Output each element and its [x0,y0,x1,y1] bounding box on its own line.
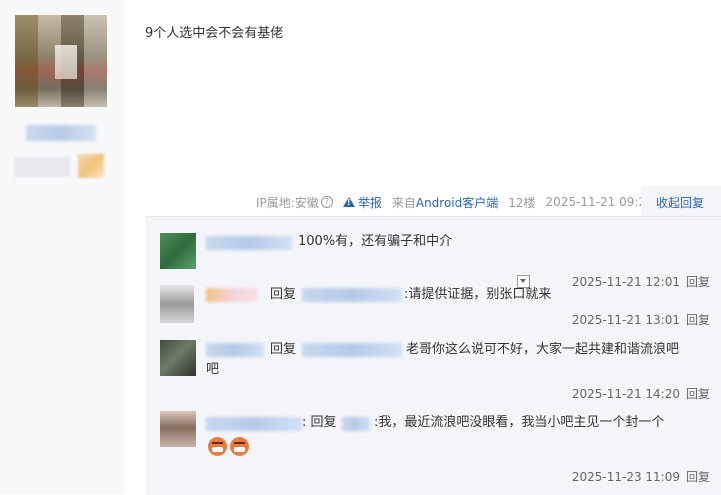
info-icon[interactable]: ? [320,196,333,208]
reply-avatar[interactable] [160,411,196,447]
reply-target-blurred[interactable] [342,417,370,431]
reply-button[interactable]: 回复 [686,387,710,401]
reply-text: 老哥你这么说可不好，大家一起共建和谐流浪吧 [406,342,680,357]
reply-prefix: 回复 [270,342,297,357]
angry-face-icon [230,437,249,456]
post-meta: IP属地:安徽 ? 举报 来自 Android客户端 12楼 2025-11-2… [256,193,654,211]
author-name-blurred[interactable] [26,125,96,141]
reply-button[interactable]: 回复 [686,470,710,484]
reply-target-blurred[interactable] [302,288,402,302]
reply-prefix: : 回复 [302,415,337,430]
list-item: 100%有，还有骗子和中介 2025-11-21 12:01 回复 [160,233,710,289]
list-item: : 回复 :我，最近流浪吧没眼看，我当小吧主见一个封一个 2025-11-23 … [160,411,710,485]
reply-text-continued: 吧 [206,362,220,377]
angry-face-icon [208,437,227,456]
list-item: 回复 老哥你这么说可不好，大家一起共建和谐流浪吧 吧 2025-11-21 14… [160,340,710,402]
reply-time: 2025-11-23 11:09 [571,470,680,484]
reply-username-blurred[interactable] [206,343,264,357]
floor-number: 12楼 [508,195,536,210]
reply-avatar[interactable] [160,340,196,376]
author-avatar[interactable] [15,15,107,107]
reply-avatar[interactable] [160,285,194,323]
author-level-badge-blurred [14,157,70,177]
reply-avatar[interactable] [160,233,196,269]
reply-prefix: 回复 [270,287,297,302]
reply-list: 100%有，还有骗子和中介 2025-11-21 12:01 回复 回复 :请提供… [146,216,721,495]
report-link[interactable]: 举报 [342,194,382,211]
reply-time: 2025-11-21 14:20 [571,387,680,401]
list-item: 回复 :请提供证据，别张口就来 2025-11-21 13:01 回复 [160,285,710,329]
reply-text: :请提供证据，别张口就来 [404,287,552,302]
author-column [0,0,124,494]
reply-text: 100%有，还有骗子和中介 [298,234,453,249]
post-content: 9个人选中会不会有基佬 [145,26,284,41]
collapse-replies-tab[interactable]: 收起回复 [641,186,721,216]
client-link[interactable]: Android客户端 [416,194,498,211]
reply-target-blurred[interactable] [302,343,402,357]
reply-meta: 2025-11-21 13:01 回复 [572,311,710,328]
reply-button[interactable]: 回复 [686,313,710,327]
reply-username-blurred[interactable] [206,417,302,431]
reply-text: :我，最近流浪吧没眼看，我当小吧主见一个封一个 [374,415,665,430]
reply-username-blurred[interactable] [206,288,258,302]
reply-meta: 2025-11-21 14:20 回复 [572,385,710,402]
reply-time: 2025-11-21 13:01 [571,313,680,327]
report-label: 举报 [357,195,382,210]
warning-triangle-icon [342,197,355,207]
reply-meta: 2025-11-23 11:09 回复 [572,468,710,485]
post-time: 2025-11-21 09:21 [545,195,654,209]
ip-location: IP属地:安徽 [256,195,319,210]
client-prefix: 来自 [391,195,416,210]
collapse-replies-label[interactable]: 收起回复 [656,194,704,211]
reply-username-blurred[interactable] [206,236,292,250]
author-honor-icon-blurred [78,154,104,178]
